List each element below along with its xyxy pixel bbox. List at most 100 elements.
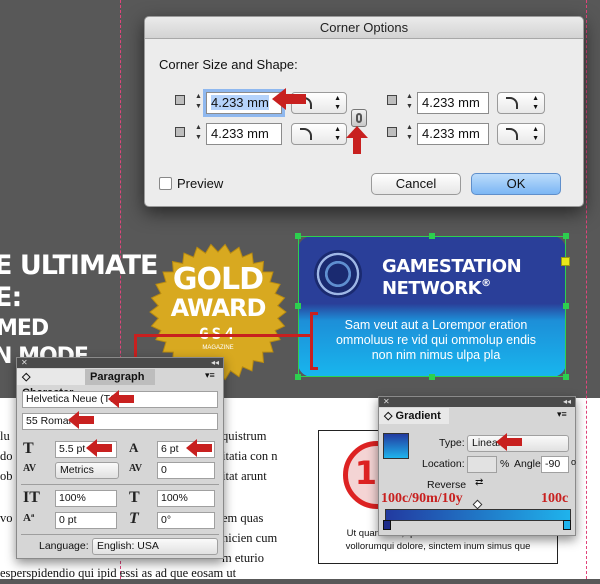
angle-unit: o (571, 457, 577, 467)
body-text-fragment: vo (0, 511, 13, 525)
angle-label: Angle: (514, 458, 544, 470)
selection-handle[interactable] (429, 374, 435, 380)
selection-handle[interactable] (563, 233, 569, 239)
reverse-gradient-icon[interactable]: ⇄ (475, 477, 483, 488)
corner-size-stepper[interactable]: ▲ ▼ (193, 123, 204, 145)
reverse-label: Reverse (427, 479, 467, 491)
baseline-shift-icon: Aª (23, 512, 35, 524)
kerning-icon: AV (23, 463, 37, 474)
body-text-line: itatia con n (222, 449, 278, 463)
location-label: Location: (422, 458, 465, 470)
live-corner-handle[interactable] (561, 257, 570, 266)
annotation-arrow-left-icon (186, 439, 212, 457)
type-label: Type: (439, 437, 465, 449)
annotation-arrow-left-icon (272, 88, 306, 110)
gradient-swatch[interactable] (383, 433, 409, 459)
selection-handle[interactable] (563, 303, 569, 309)
headline-line: E: (0, 282, 22, 313)
kerning-select[interactable]: Metrics (55, 462, 119, 479)
divider (21, 484, 219, 485)
corner-size-input-top-right[interactable]: 4.233 mm (417, 92, 489, 114)
tracking-input[interactable]: 0 (157, 462, 215, 479)
horizontal-scale-icon: T (129, 489, 140, 506)
language-label: Language: (39, 540, 89, 552)
location-input[interactable] (467, 456, 497, 473)
body-text-fragment: ob (0, 469, 13, 483)
divider (21, 534, 219, 535)
panel-strip[interactable]: ✕ ◂◂ (379, 397, 575, 407)
ok-button[interactable]: OK (471, 173, 561, 195)
body-text-line: em quas (222, 511, 264, 525)
margin-guide (586, 0, 587, 579)
language-select[interactable]: English: USA (92, 538, 218, 555)
body-text-line: esperspidendio qui ipid essi as ad que e… (0, 566, 237, 580)
annotation-arrow-left-icon (68, 411, 94, 429)
leading-icon: A (129, 440, 139, 455)
body-text-line: hicien cum (222, 531, 278, 545)
body-text-fragment: do (0, 449, 13, 463)
vertical-scale-input[interactable]: 100% (55, 490, 117, 507)
preview-checkbox[interactable] (159, 177, 172, 190)
section-label: Corner Size and Shape: (159, 57, 298, 72)
annotation-arrow-left-icon (108, 390, 134, 408)
selection-frame[interactable] (298, 236, 566, 377)
corner-top-left-icon (175, 95, 185, 105)
tracking-icon: AV (129, 463, 143, 474)
gradient-stop-left[interactable] (383, 520, 391, 530)
corner-size-stepper[interactable]: ▲ ▼ (404, 123, 415, 145)
selection-handle[interactable] (429, 233, 435, 239)
corner-size-input-bottom-left[interactable]: 4.233 mm (206, 123, 282, 145)
award-subtitle: AWARD (170, 294, 267, 322)
location-unit: % (500, 458, 510, 470)
panel-menu-icon[interactable]: ▾≡ (205, 370, 215, 381)
cancel-button[interactable]: Cancel (371, 173, 461, 195)
gradient-panel[interactable]: ✕ ◂◂ ◇ Gradient ▾≡ Type: Linear Location:… (378, 396, 576, 536)
corner-bottom-right-icon (387, 127, 397, 137)
stop-right-annotation: 100c (541, 491, 569, 506)
gradient-stop-right[interactable] (563, 520, 571, 530)
annotation-bracket (310, 312, 318, 370)
selection-handle[interactable] (295, 233, 301, 239)
award-title: GOLD (172, 262, 264, 297)
gradient-midpoint-handle[interactable] (472, 499, 483, 510)
horizontal-scale-input[interactable]: 100% (157, 490, 215, 507)
corner-size-input-bottom-right[interactable]: 4.233 mm (417, 123, 489, 145)
corner-shape-dropdown[interactable]: ▲ ▼ (497, 92, 545, 114)
body-text-fragment: lu (0, 429, 10, 443)
corner-size-stepper[interactable]: ▲ ▼ (404, 92, 415, 114)
corner-shape-dropdown[interactable]: ▲ ▼ (291, 123, 347, 145)
corner-size-input-top-left[interactable]: 4.233 mm (206, 92, 282, 114)
panel-strip[interactable]: ✕ ◂◂ (17, 358, 223, 368)
preview-label: Preview (177, 176, 224, 191)
annotation-arrow-up-icon (346, 126, 368, 154)
tab-gradient[interactable]: ◇ Gradient (379, 408, 449, 424)
font-style-select[interactable]: 55 Roman (22, 413, 218, 430)
font-size-icon: T (23, 440, 34, 457)
annotation-line (134, 334, 310, 337)
character-panel[interactable]: ✕◂◂ ◇ Character Paragraph ▾≡ Helvetica N… (16, 357, 224, 559)
skew-icon: T (129, 510, 139, 527)
corner-shape-dropdown[interactable]: ▲ ▼ (497, 123, 545, 145)
make-all-settings-same-chain-icon[interactable] (351, 109, 367, 127)
baseline-shift-input[interactable]: 0 pt (55, 512, 117, 529)
dialog-title: Corner Options (145, 17, 583, 39)
panel-menu-icon[interactable]: ▾≡ (557, 409, 567, 420)
headline-line: E ULTIMATE (0, 250, 158, 281)
selection-handle[interactable] (295, 303, 301, 309)
award-magazine: MAGAZINE (202, 345, 234, 351)
vertical-scale-icon: IT (23, 489, 40, 506)
stop-left-annotation: 100c/90m/10y (381, 491, 463, 506)
selection-handle[interactable] (295, 374, 301, 380)
corner-size-stepper[interactable]: ▲ ▼ (193, 92, 204, 114)
corner-bottom-left-icon (175, 127, 185, 137)
corner-options-dialog[interactable]: Corner Options Corner Size and Shape: ▲ ▼… (144, 16, 584, 207)
body-text-line: quistrum (222, 429, 267, 443)
body-text-line: itat arunt (222, 469, 267, 483)
gradient-ramp[interactable] (385, 509, 571, 521)
skew-input[interactable]: 0° (157, 512, 215, 529)
selection-handle[interactable] (563, 374, 569, 380)
tab-character[interactable]: ◇ Character (17, 369, 85, 399)
annotation-arrow-left-icon (86, 439, 112, 457)
angle-input[interactable]: -90 (541, 456, 569, 473)
tab-paragraph[interactable]: Paragraph (85, 369, 155, 385)
